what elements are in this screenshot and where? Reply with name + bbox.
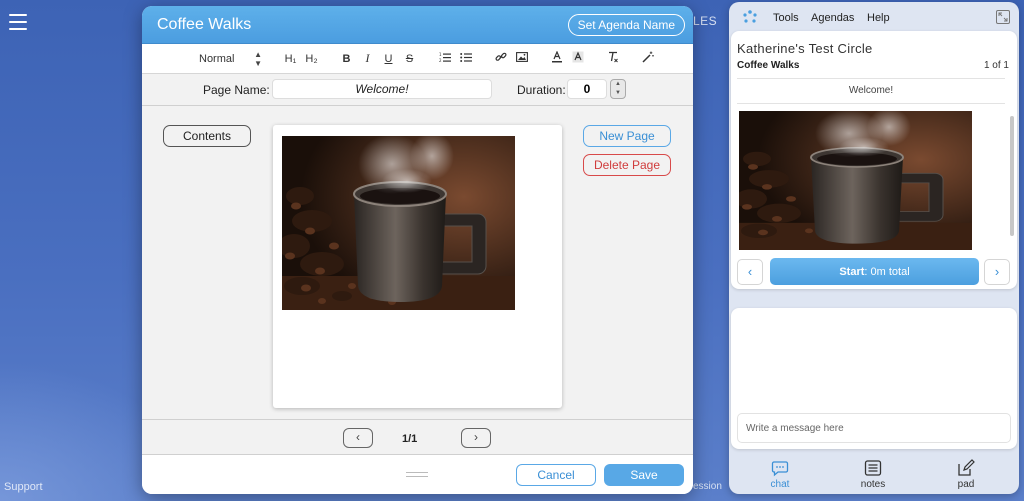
bold-button[interactable]: B [336, 53, 357, 65]
svg-text:1: 1 [439, 52, 442, 57]
preview-previous-button[interactable]: ‹ [737, 259, 763, 285]
circle-side-panel: Tools Agendas Help Katherine's Test Circ… [729, 2, 1019, 494]
page-name-label: Page Name: [203, 83, 270, 97]
delete-page-button[interactable]: Delete Page [583, 154, 671, 176]
menu-help[interactable]: Help [867, 12, 890, 24]
cancel-button[interactable]: Cancel [516, 464, 596, 486]
app-logo-icon[interactable] [742, 10, 758, 24]
ordered-list-icon[interactable]: 12 [434, 52, 455, 66]
heading1-button[interactable]: H₁ [280, 53, 301, 65]
coffee-photo-preview [739, 111, 972, 250]
tab-chat[interactable]: chat [750, 452, 810, 494]
agenda-preview-card: Katherine's Test Circle Coffee Walks 1 o… [731, 31, 1017, 289]
page-content-area: Contents New Page Delete Page [142, 107, 693, 419]
agenda-page-count: 1 of 1 [983, 60, 1009, 71]
start-total: : 0m total [864, 265, 910, 278]
page-editor-card[interactable] [273, 125, 562, 408]
tab-notes-label: notes [860, 479, 886, 490]
pager-row: ‹ 1/1 › [142, 419, 693, 455]
pad-edit-icon [958, 459, 975, 476]
svg-text:2: 2 [439, 58, 442, 63]
tab-notes[interactable]: notes [843, 452, 903, 494]
chevron-right-icon: › [474, 430, 478, 444]
coffee-photo [282, 136, 515, 310]
contents-button[interactable]: Contents [163, 125, 251, 147]
circle-name: Katherine's Test Circle [737, 41, 873, 56]
expand-icon[interactable] [996, 10, 1010, 24]
previous-page-button[interactable]: ‹ [343, 428, 373, 448]
start-label: Start [839, 265, 865, 278]
chat-bubble-icon [771, 461, 789, 477]
agenda-editor-modal: Coffee Walks Set Agenda Name Normal ▲ ▼ H… [142, 6, 693, 494]
current-page-name: Welcome! [737, 78, 1005, 104]
link-icon[interactable] [490, 51, 511, 66]
chat-card [731, 308, 1017, 449]
tab-chat-label: chat [770, 479, 790, 490]
underline-button[interactable]: U [378, 53, 399, 65]
preview-scrollbar[interactable] [1010, 116, 1014, 236]
tab-pad-label: pad [957, 479, 975, 490]
background-partial-heading: LES [693, 14, 718, 28]
resize-grip-icon[interactable] [406, 472, 428, 477]
side-panel-tabbar: chat notes pad [729, 452, 1019, 494]
clear-format-icon[interactable] [602, 51, 623, 66]
modal-footer: Cancel Save [142, 455, 693, 494]
heading2-button[interactable]: H₂ [301, 53, 322, 65]
chevron-left-icon: ‹ [356, 430, 360, 444]
duration-input[interactable] [567, 79, 607, 99]
support-link[interactable]: Support [4, 481, 43, 493]
highlight-color-icon[interactable] [567, 51, 588, 66]
next-page-button[interactable]: › [461, 428, 491, 448]
page-name-input[interactable] [272, 79, 492, 99]
text-color-icon[interactable] [546, 50, 567, 66]
up-down-arrow-icon: ▲ ▼ [254, 49, 262, 68]
image-icon[interactable] [511, 52, 532, 65]
preview-next-button[interactable]: › [984, 259, 1010, 285]
set-agenda-name-button[interactable]: Set Agenda Name [567, 14, 685, 36]
text-style-select[interactable]: Normal ▲ ▼ [199, 50, 262, 68]
bullet-list-icon[interactable] [455, 52, 476, 66]
side-panel-menubar: Tools Agendas Help [729, 2, 1019, 31]
hamburger-menu-icon[interactable] [9, 14, 27, 30]
new-page-button[interactable]: New Page [583, 125, 671, 147]
rich-text-toolbar: Normal ▲ ▼ H₁ H₂ B I U S 12 [142, 44, 693, 74]
modal-title: Coffee Walks [157, 16, 252, 33]
duration-label: Duration: [517, 83, 566, 97]
menu-tools[interactable]: Tools [773, 12, 799, 24]
notes-list-icon [864, 460, 882, 476]
menu-agendas[interactable]: Agendas [811, 12, 854, 24]
modal-header: Coffee Walks Set Agenda Name [142, 6, 693, 44]
strikethrough-button[interactable]: S [399, 53, 420, 65]
chat-message-input[interactable] [737, 413, 1011, 443]
background-partial-text: ession [693, 481, 722, 492]
chevron-right-icon: › [994, 264, 1000, 279]
agenda-name: Coffee Walks [737, 60, 800, 71]
text-style-value: Normal [199, 52, 235, 65]
save-button[interactable]: Save [604, 464, 684, 486]
page-settings-row: Page Name: Duration: ▲▼ [142, 74, 693, 106]
tab-pad[interactable]: pad [936, 452, 996, 494]
start-agenda-button[interactable]: Start: 0m total [770, 258, 979, 285]
duration-stepper[interactable]: ▲ ▼ [610, 79, 626, 99]
magic-wand-icon[interactable] [637, 51, 658, 66]
page-indicator: 1/1 [402, 433, 418, 445]
italic-button[interactable]: I [357, 51, 378, 66]
chevron-left-icon: ‹ [747, 264, 753, 279]
